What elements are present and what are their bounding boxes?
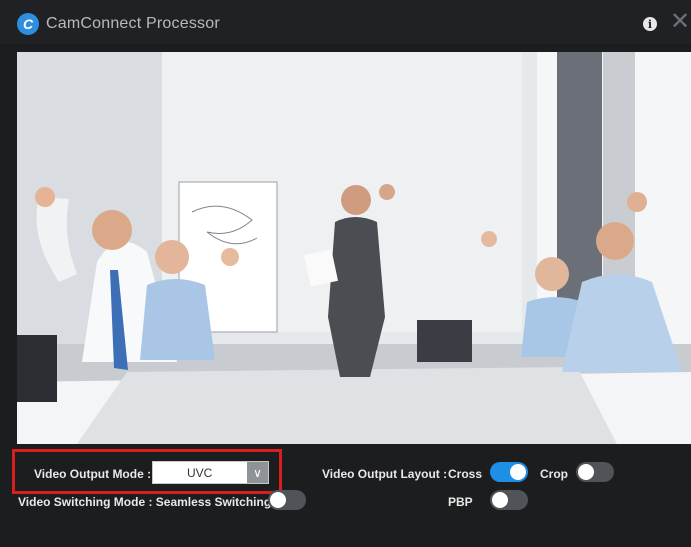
video-switching-mode-toggle[interactable] [268,490,306,510]
info-icon[interactable]: i [643,17,657,31]
toggle-knob [492,492,508,508]
toggle-knob [578,464,594,480]
toggle-knob [270,492,286,508]
layout-cross-toggle[interactable] [490,462,528,482]
title-bar: C CamConnect Processor i ✕ [0,0,691,44]
toggle-knob [510,464,526,480]
highlight-box [12,449,282,494]
camera-preview [17,52,691,444]
camera-preview-image [17,52,691,444]
video-output-layout-label: Video Output Layout : [322,467,448,481]
layout-cross-label: Cross [448,467,483,481]
close-icon[interactable]: ✕ [670,10,690,34]
layout-pbp-toggle[interactable] [490,490,528,510]
layout-crop-label: Crop [540,467,568,481]
layout-crop-toggle[interactable] [576,462,614,482]
app-title: CamConnect Processor [46,15,220,32]
app-logo-icon: C [17,13,39,35]
layout-pbp-label: PBP [448,495,473,509]
video-switching-mode-label: Video Switching Mode : Seamless Switchin… [18,495,272,509]
